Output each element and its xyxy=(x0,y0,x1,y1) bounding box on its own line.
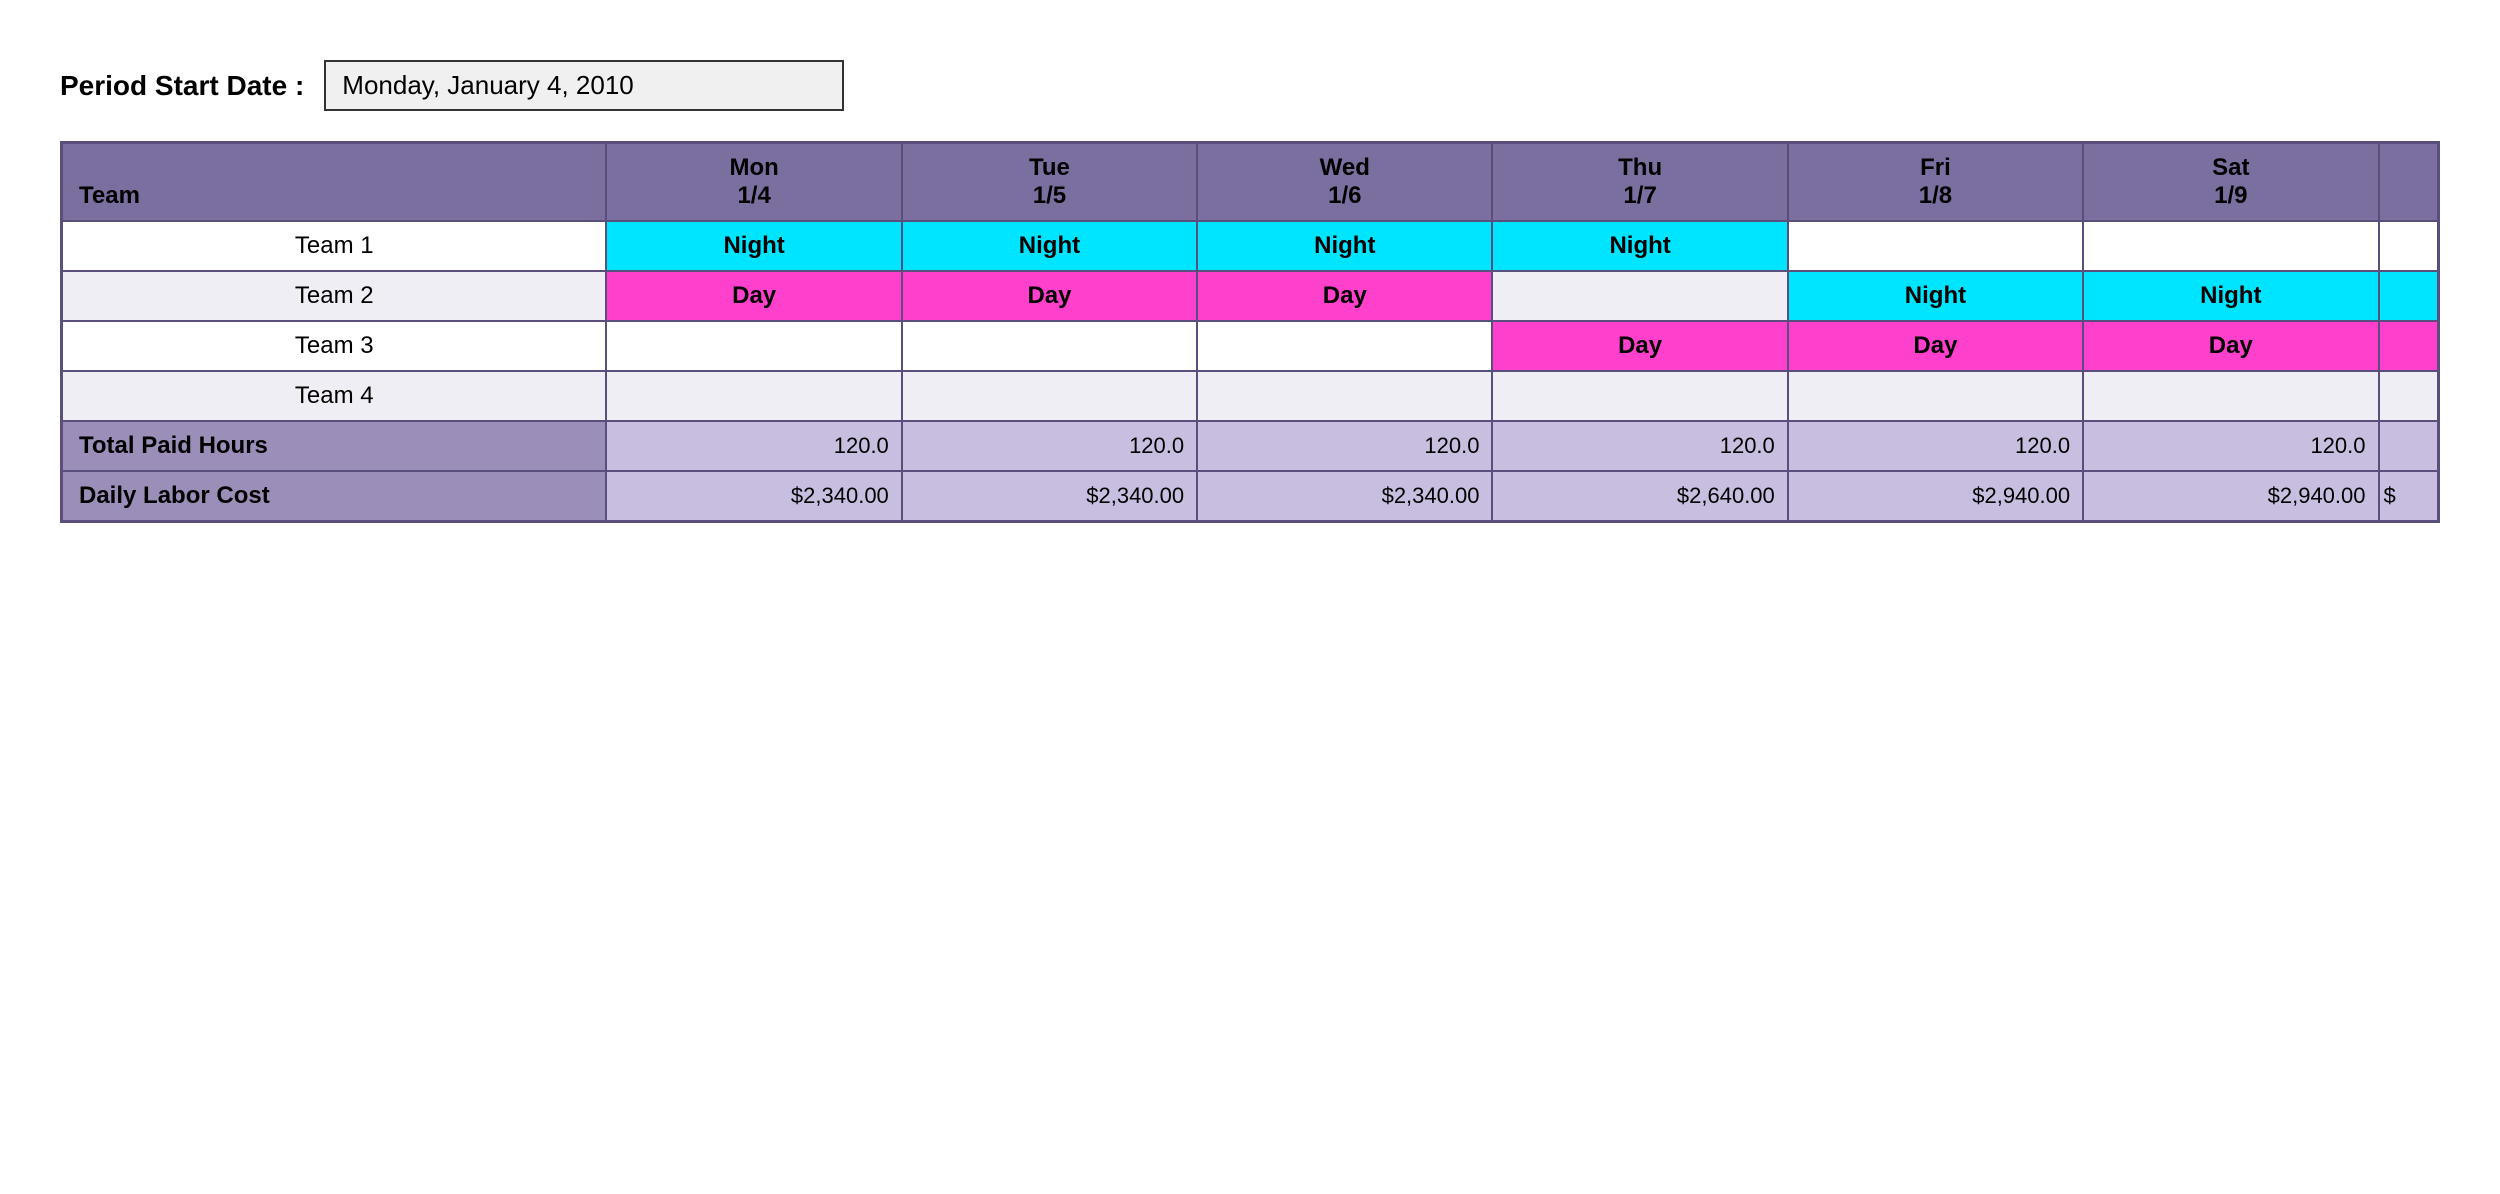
team4-wed xyxy=(1197,371,1492,421)
team2-mon: Day xyxy=(606,271,901,321)
table-row: Team 4 xyxy=(62,371,2439,421)
tph-sat: 120.0 xyxy=(2083,421,2378,471)
mon-header: Mon 1/4 xyxy=(606,143,901,222)
fri-header: Fri 1/8 xyxy=(1788,143,2083,222)
period-start-row: Period Start Date : xyxy=(60,60,2440,111)
extra-header xyxy=(2379,143,2439,222)
team4-tue xyxy=(902,371,1197,421)
team3-extra xyxy=(2379,321,2439,371)
daily-labor-cost-label: Daily Labor Cost xyxy=(62,471,607,522)
sat-header: Sat 1/9 xyxy=(2083,143,2378,222)
team1-thu: Night xyxy=(1492,221,1787,271)
team2-name: Team 2 xyxy=(62,271,607,321)
dlc-thu: $2,640.00 xyxy=(1492,471,1787,522)
team1-fri xyxy=(1788,221,2083,271)
team3-mon xyxy=(606,321,901,371)
tph-fri: 120.0 xyxy=(1788,421,2083,471)
period-start-label: Period Start Date : xyxy=(60,70,304,102)
team4-name: Team 4 xyxy=(62,371,607,421)
tph-thu: 120.0 xyxy=(1492,421,1787,471)
team3-fri: Day xyxy=(1788,321,2083,371)
period-start-input[interactable] xyxy=(324,60,844,111)
team1-mon: Night xyxy=(606,221,901,271)
team-column-header: Team xyxy=(62,143,607,222)
schedule-table: Team Mon 1/4 Tue 1/5 Wed 1/6 Thu 1/7 Fri… xyxy=(60,141,2440,523)
tph-extra xyxy=(2379,421,2439,471)
team1-name: Team 1 xyxy=(62,221,607,271)
thu-header: Thu 1/7 xyxy=(1492,143,1787,222)
total-paid-hours-row: Total Paid Hours 120.0 120.0 120.0 120.0… xyxy=(62,421,2439,471)
team3-sat: Day xyxy=(2083,321,2378,371)
dlc-sat: $2,940.00 xyxy=(2083,471,2378,522)
header-row: Team Mon 1/4 Tue 1/5 Wed 1/6 Thu 1/7 Fri… xyxy=(62,143,2439,222)
team1-sat xyxy=(2083,221,2378,271)
team3-thu: Day xyxy=(1492,321,1787,371)
dlc-fri: $2,940.00 xyxy=(1788,471,2083,522)
dlc-extra: $ xyxy=(2379,471,2439,522)
daily-labor-cost-row: Daily Labor Cost $2,340.00 $2,340.00 $2,… xyxy=(62,471,2439,522)
team1-tue: Night xyxy=(902,221,1197,271)
team2-thu xyxy=(1492,271,1787,321)
team3-tue xyxy=(902,321,1197,371)
team4-mon xyxy=(606,371,901,421)
team2-fri: Night xyxy=(1788,271,2083,321)
team2-tue: Day xyxy=(902,271,1197,321)
team2-extra xyxy=(2379,271,2439,321)
team4-fri xyxy=(1788,371,2083,421)
team2-sat: Night xyxy=(2083,271,2378,321)
table-row: Team 1 Night Night Night Night xyxy=(62,221,2439,271)
dlc-wed: $2,340.00 xyxy=(1197,471,1492,522)
table-row: Team 3 Day Day Day xyxy=(62,321,2439,371)
total-paid-hours-label: Total Paid Hours xyxy=(62,421,607,471)
table-row: Team 2 Day Day Day Night Night xyxy=(62,271,2439,321)
team4-sat xyxy=(2083,371,2378,421)
tph-mon: 120.0 xyxy=(606,421,901,471)
dlc-tue: $2,340.00 xyxy=(902,471,1197,522)
team4-thu xyxy=(1492,371,1787,421)
wed-header: Wed 1/6 xyxy=(1197,143,1492,222)
team1-extra xyxy=(2379,221,2439,271)
tue-header: Tue 1/5 xyxy=(902,143,1197,222)
team4-extra xyxy=(2379,371,2439,421)
team1-wed: Night xyxy=(1197,221,1492,271)
tph-wed: 120.0 xyxy=(1197,421,1492,471)
team2-wed: Day xyxy=(1197,271,1492,321)
team3-wed xyxy=(1197,321,1492,371)
team3-name: Team 3 xyxy=(62,321,607,371)
tph-tue: 120.0 xyxy=(902,421,1197,471)
dlc-mon: $2,340.00 xyxy=(606,471,901,522)
